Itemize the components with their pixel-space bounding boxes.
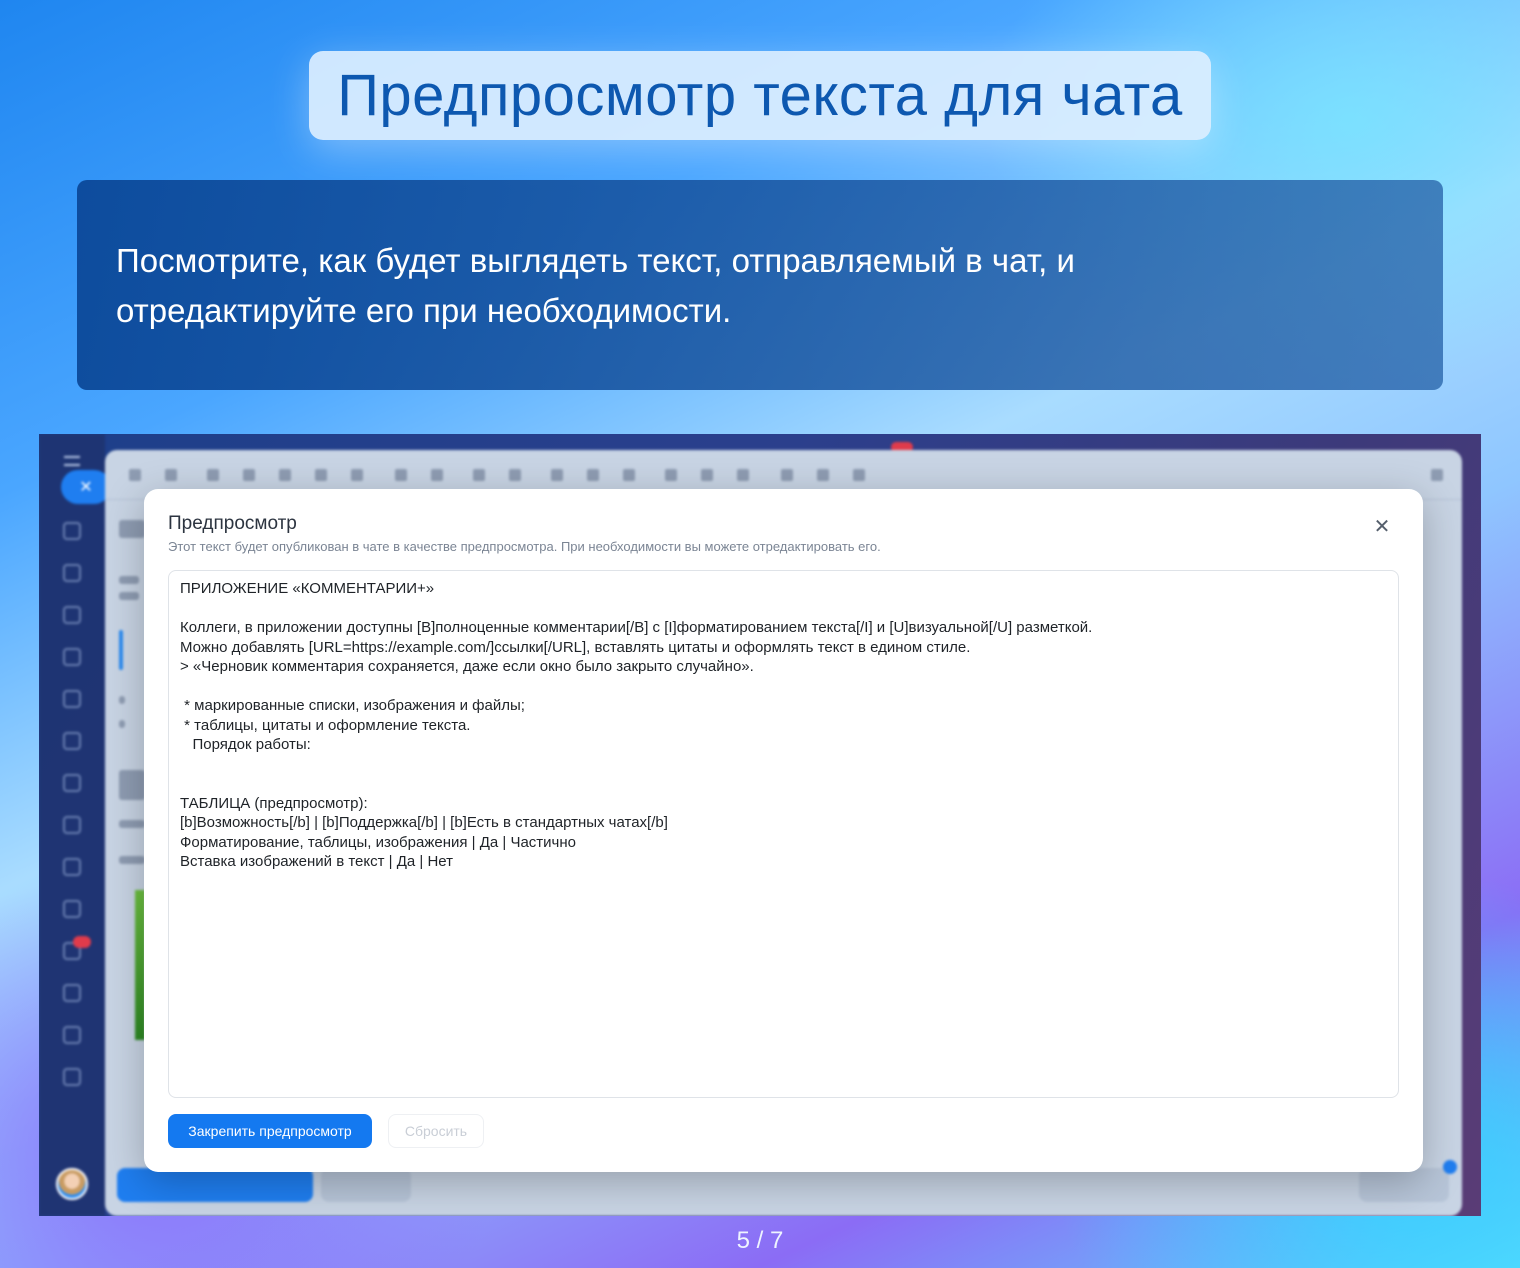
files-count-badge [1443,1160,1457,1174]
description-line-1: Посмотрите, как будет выглядеть текст, о… [116,242,1075,279]
italic-icon[interactable] [243,469,255,481]
send-comment-button[interactable] [117,1168,313,1202]
sidebar-icon[interactable] [63,816,81,834]
app-screenshot: ✕ Предпросмотр Этот текст будет опублико… [39,434,1481,1216]
sidebar-icon[interactable] [63,690,81,708]
sidebar-icon[interactable] [63,774,81,792]
preview-text-line: Коллеги, в приложении доступны [B]полноц… [180,619,1093,636]
preview-text-line: > «Черновик комментария сохраняется, даж… [180,658,754,675]
sidebar-icon[interactable] [63,858,81,876]
avatar[interactable] [56,1168,88,1200]
emoji-icon[interactable] [817,469,829,481]
notification-badge [73,936,91,948]
bold-icon[interactable] [207,469,219,481]
align-left-icon[interactable] [551,469,563,481]
page-title: Предпросмотр текста для чата [309,51,1211,140]
help-icon[interactable] [1431,469,1443,481]
description-box: Посмотрите, как будет выглядеть текст, о… [77,180,1443,390]
clear-button[interactable] [321,1168,411,1202]
sidebar-icon[interactable] [63,984,81,1002]
sidebar-icon[interactable] [63,648,81,666]
close-icon[interactable]: ✕ [1370,514,1394,538]
preview-text-line: * таблицы, цитаты и оформление текста. [180,716,471,734]
font-size-icon[interactable] [351,469,363,481]
align-right-icon[interactable] [623,469,635,481]
modal-title: Предпросмотр [168,513,297,534]
preview-text-line: Вставка изображений в текст | Да | Нет [180,853,454,870]
sidebar-icon[interactable] [63,1026,81,1044]
numbered-list-icon[interactable] [473,469,485,481]
preview-text-line: Форматирование, таблицы, изображения | Д… [180,833,576,851]
preview-text-line: ПРИЛОЖЕНИЕ «КОММЕНТАРИИ+» [180,580,435,597]
preview-text-line: Можно добавлять [URL=https://example.com… [180,638,971,656]
files-button[interactable] [1359,1168,1449,1202]
preview-text-line: [b]Возможность[/b] | [b]Поддержка[/b] | … [180,814,668,831]
undo-icon[interactable] [129,469,141,481]
settings-icon[interactable] [63,1068,81,1086]
preview-text-line: * маркированные списки, изображения и фа… [180,697,525,714]
quote-icon[interactable] [701,469,713,481]
preview-text-line: Порядок работы: [180,736,311,753]
preview-text-line [180,677,1387,697]
sidebar-icon[interactable] [63,522,81,540]
preview-text-line [180,599,1387,619]
preview-textarea[interactable]: ПРИЛОЖЕНИЕ «КОММЕНТАРИИ+» Коллеги, в прил… [168,570,1399,1098]
sidebar-icon[interactable] [63,564,81,582]
menu-icon[interactable] [64,456,80,466]
text-color-icon[interactable] [395,469,407,481]
strikethrough-icon[interactable] [279,469,291,481]
pin-preview-button[interactable]: Закрепить предпросмотр [168,1114,372,1148]
sidebar-icon[interactable] [63,900,81,918]
preview-modal: Предпросмотр Этот текст будет опубликова… [144,489,1423,1172]
reset-button[interactable]: Сбросить [388,1114,484,1148]
redo-icon[interactable] [165,469,177,481]
sidebar-icon[interactable] [63,732,81,750]
preview-eye-icon[interactable] [853,469,865,481]
sidebar: ✕ [39,434,111,1216]
clear-format-icon[interactable] [431,469,443,481]
modal-subtitle: Этот текст будет опубликован в чате в ка… [168,539,881,554]
preview-text-line: ТАБЛИЦА (предпросмотр): [180,794,368,812]
underline-icon[interactable] [315,469,327,481]
link-icon[interactable] [737,469,749,481]
bullet-list-icon[interactable] [509,469,521,481]
description-line-2: отредактируйте его при необходимости. [116,292,732,329]
align-center-icon[interactable] [587,469,599,481]
page-counter: 5 / 7 [736,1227,784,1254]
preview-text-line [180,774,1387,794]
close-pill-button[interactable]: ✕ [61,470,111,504]
code-icon[interactable] [665,469,677,481]
table-icon[interactable] [781,469,793,481]
preview-text-line [180,755,1387,775]
sidebar-icon[interactable] [63,606,81,624]
